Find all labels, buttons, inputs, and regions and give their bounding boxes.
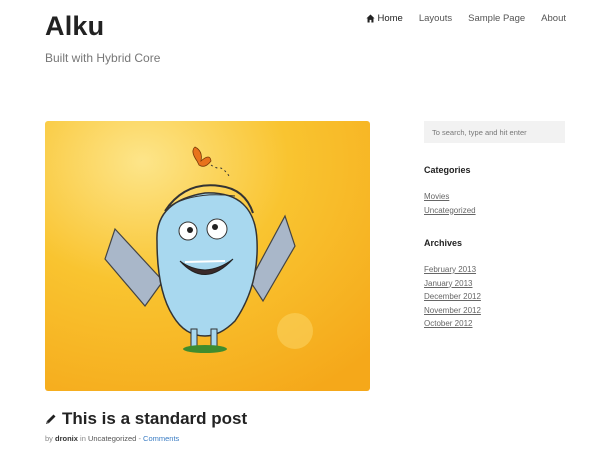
nav-item-sample-page[interactable]: Sample Page	[468, 13, 525, 24]
nav-item-label: Layouts	[418, 13, 453, 24]
post-title: This is a standard post	[45, 409, 247, 429]
category-link-movies[interactable]: Movies	[424, 192, 449, 201]
archive-link[interactable]: February 2013	[424, 265, 476, 274]
category-link[interactable]: Uncategorized	[88, 434, 136, 443]
list-item: Movies	[424, 190, 476, 204]
featured-image[interactable]	[45, 121, 370, 391]
byline-separator: -	[138, 434, 141, 443]
byline-in: in	[80, 434, 86, 443]
category-link-uncategorized[interactable]: Uncategorized	[424, 206, 476, 215]
archives-widget-title: Archives	[424, 238, 463, 248]
nav-item-about[interactable]: About	[541, 13, 566, 24]
author-link[interactable]: dronix	[55, 434, 78, 443]
list-item: January 2013	[424, 277, 481, 291]
pencil-icon	[46, 414, 56, 424]
archives-list: February 2013 January 2013 December 2012…	[424, 263, 481, 331]
list-item: February 2013	[424, 263, 481, 277]
archive-link[interactable]: December 2012	[424, 292, 481, 301]
monster-illustration	[45, 121, 370, 391]
archive-link[interactable]: November 2012	[424, 306, 481, 315]
list-item: Uncategorized	[424, 204, 476, 218]
nav-item-home[interactable]: Home	[365, 13, 403, 24]
search-input[interactable]	[424, 121, 565, 143]
nav-item-layouts[interactable]: Layouts	[419, 13, 452, 24]
post-byline: by dronix in Uncategorized - Comments	[45, 434, 179, 443]
list-item: October 2012	[424, 317, 481, 331]
site-description: Built with Hybrid Core	[45, 51, 161, 65]
nav-item-label: Sample Page	[468, 13, 526, 24]
primary-nav: Home Layouts Sample Page About	[365, 13, 566, 24]
archive-link[interactable]: October 2012	[424, 319, 472, 328]
nav-item-label: Home	[377, 13, 403, 24]
categories-list: Movies Uncategorized	[424, 190, 476, 217]
post-title-link[interactable]: This is a standard post	[62, 409, 247, 429]
home-icon	[365, 14, 375, 23]
archive-link[interactable]: January 2013	[424, 279, 472, 288]
list-item: November 2012	[424, 304, 481, 318]
byline-by: by	[45, 434, 53, 443]
list-item: December 2012	[424, 290, 481, 304]
comments-link[interactable]: Comments	[143, 434, 179, 443]
categories-widget-title: Categories	[424, 165, 471, 175]
nav-item-label: About	[541, 13, 566, 24]
site-title[interactable]: Alku	[45, 11, 104, 42]
